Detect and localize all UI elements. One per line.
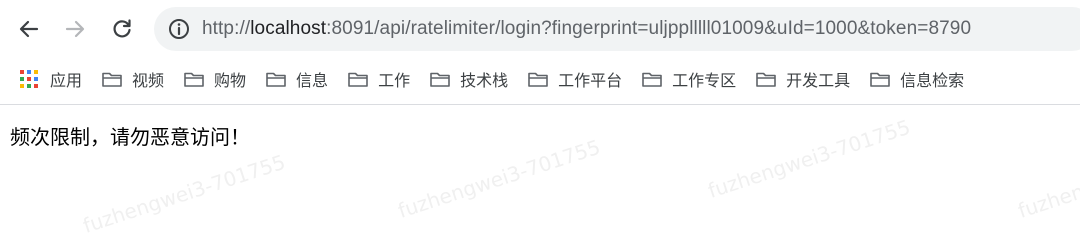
bookmark-folder-video[interactable]: 视频 <box>92 64 174 94</box>
folder-icon <box>184 72 204 87</box>
toolbar-divider <box>0 104 1080 105</box>
back-button[interactable] <box>13 13 45 45</box>
back-arrow-icon <box>19 20 39 38</box>
address-bar[interactable]: http://localhost:8091/api/ratelimiter/lo… <box>154 7 1080 51</box>
bookmark-label: 应用 <box>50 73 83 90</box>
bookmark-label: 信息 <box>296 73 329 90</box>
reload-icon <box>113 19 131 38</box>
bookmarks-bar: 应用 视频 购物 信息 工作 技术栈 工作平台 工作专区 开发工具 信息检索 <box>0 58 1080 100</box>
bookmark-folder-shopping[interactable]: 购物 <box>174 64 256 94</box>
bookmark-folder-work[interactable]: 工作 <box>338 64 420 94</box>
info-icon[interactable] <box>168 18 190 40</box>
bookmark-folder-dev-tools[interactable]: 开发工具 <box>746 64 860 94</box>
url-text: http://localhost:8091/api/ratelimiter/lo… <box>202 18 971 40</box>
folder-icon <box>266 72 286 87</box>
folder-icon <box>348 72 368 87</box>
bookmark-label: 视频 <box>132 73 165 90</box>
bookmark-folder-info[interactable]: 信息 <box>256 64 338 94</box>
watermark-text: fuzhengwei3-701755 <box>395 134 604 223</box>
bookmark-label: 开发工具 <box>786 73 851 90</box>
folder-icon <box>102 72 122 87</box>
bookmark-label: 技术栈 <box>460 73 509 90</box>
bookmark-label: 工作专区 <box>672 73 737 90</box>
url-scheme: http:// <box>202 18 251 39</box>
browser-toolbar: http://localhost:8091/api/ratelimiter/lo… <box>0 0 1080 58</box>
folder-icon <box>756 72 776 87</box>
bookmark-label: 工作平台 <box>558 73 623 90</box>
folder-icon <box>870 72 890 87</box>
folder-icon <box>528 72 548 87</box>
url-host: localhost <box>250 18 327 39</box>
bookmark-label: 信息检索 <box>900 73 965 90</box>
page-message: 频次限制，请勿恶意访问！ <box>10 125 250 149</box>
watermark-text: fuzhengwei3-701755 <box>80 149 289 238</box>
bookmark-label: 工作 <box>378 73 411 90</box>
url-path: :8091/api/ratelimiter/login?fingerprint=… <box>326 18 972 39</box>
folder-icon <box>642 72 662 87</box>
folder-icon <box>430 72 450 87</box>
bookmark-folder-work-zone[interactable]: 工作专区 <box>632 64 746 94</box>
bookmark-folder-info-search[interactable]: 信息检索 <box>860 64 974 94</box>
bookmark-apps[interactable]: 应用 <box>0 64 92 94</box>
watermark-text: fuzhengwei3-701755 <box>705 114 914 203</box>
bookmark-folder-work-platform[interactable]: 工作平台 <box>518 64 632 94</box>
apps-grid-icon <box>20 70 38 88</box>
forward-arrow-icon <box>65 20 85 38</box>
watermark-text: fuzhengwei3-701755 <box>1015 134 1080 223</box>
bookmark-label: 购物 <box>214 73 247 90</box>
bookmark-folder-tech-stack[interactable]: 技术栈 <box>420 64 518 94</box>
reload-button[interactable] <box>106 13 138 45</box>
forward-button[interactable] <box>59 13 91 45</box>
